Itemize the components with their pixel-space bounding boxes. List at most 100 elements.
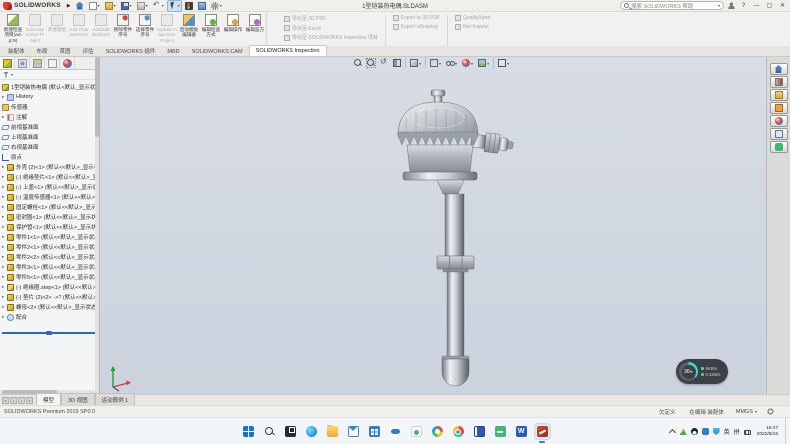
quick-access-button[interactable]: ▾ (210, 1, 223, 11)
thermocouple-model[interactable] (385, 88, 535, 394)
ribbon-button[interactable]: 编辑检查方式 (200, 12, 222, 46)
taskbar-app-button[interactable] (430, 424, 445, 439)
task-pane-button[interactable] (770, 115, 788, 127)
tree-item[interactable]: 前视基准面 (0, 122, 99, 132)
tree-item[interactable]: 传感器 (0, 102, 99, 112)
quick-access-button[interactable]: ▾ (104, 1, 117, 11)
view-tool-button[interactable]: ▾ (493, 58, 510, 68)
document-tab[interactable]: 模型 (36, 393, 61, 405)
tree-item[interactable]: 右视基准面 (0, 142, 99, 152)
tree-item[interactable]: ▸ 零件3<1> (默认<<默认>_显示状态) (0, 262, 99, 272)
chevron-down-icon[interactable]: ▾ (146, 3, 148, 8)
help-button[interactable]: ? (739, 3, 748, 9)
flyout-arrow-icon[interactable]: ▶ (67, 3, 71, 9)
quick-access-button[interactable] (197, 1, 207, 11)
login-icon[interactable] (728, 2, 735, 9)
tree-item[interactable]: ▸ (-) 垫片 (2)<2> ->? (默认<<默认>_显示状态) (0, 292, 99, 302)
taskbar-app-button[interactable] (304, 424, 319, 439)
taskbar-app-button[interactable] (325, 424, 340, 439)
view-tool-button[interactable]: ▾ (445, 58, 458, 68)
taskbar-app-button[interactable] (451, 424, 466, 439)
view-tool-button[interactable]: ▾ (405, 58, 422, 68)
tree-item[interactable]: ▸ (-) 温度传感器<1> (默认<<默认>_显示状态) (0, 192, 99, 202)
tree-item[interactable]: ▸ 配合 (0, 312, 99, 322)
export-command[interactable]: 导出至 Excel (284, 25, 378, 32)
task-pane-button[interactable] (770, 89, 788, 101)
tree-item[interactable]: ▸ 零件2<2> (默认<<默认>_显示状态) (0, 252, 99, 262)
graphics-viewport[interactable]: ▾ ▾ ▾ ▾ ▾ ▾ (100, 57, 766, 394)
taskbar-app-button[interactable] (346, 424, 361, 439)
tree-item[interactable]: ▸ (-) 绝缘圈.step<1> (默认<<默认>_显示状态) (0, 282, 99, 292)
units-selector[interactable]: MMGS ▾ (736, 409, 757, 415)
tree-item[interactable]: ▸ 保护管<1> (默认<<默认>_显示状态) (0, 222, 99, 232)
minimize-button[interactable]: — (752, 3, 761, 9)
quick-access-button[interactable]: ▾ (152, 1, 165, 11)
view-tool-button[interactable] (392, 58, 402, 68)
quick-access-button[interactable]: ▾ (136, 1, 149, 11)
tree-item[interactable]: ▸ 零件2<1> (默认<<默认>_显示状态) (0, 242, 99, 252)
tree-item[interactable]: 1型铠装热电偶 (默认<默认_显示状态-1>) (0, 82, 99, 92)
ribbon-button[interactable]: 移除零件序号 (112, 12, 134, 46)
commandmanager-tab[interactable]: 评估 (77, 45, 100, 56)
chevron-down-icon[interactable]: ▾ (419, 61, 421, 66)
panel-tab[interactable] (30, 57, 45, 69)
tree-item[interactable]: 上视基准面 (0, 132, 99, 142)
export-command[interactable]: QualityXpert (455, 15, 491, 21)
help-search-input[interactable]: 搜索 SOLIDWORKS 帮助 ▾ (620, 1, 724, 10)
tray-item[interactable] (702, 428, 709, 435)
view-tool-button[interactable]: ▾ (425, 58, 442, 68)
tray-item[interactable] (669, 428, 676, 435)
quick-access-button[interactable]: ▾ (168, 1, 181, 11)
commandmanager-tab[interactable]: 装配体 (2, 45, 31, 56)
export-command[interactable]: 导出至 2D PDF (284, 15, 378, 22)
chevron-down-icon[interactable]: ▾ (471, 61, 473, 66)
task-pane-button[interactable] (770, 128, 788, 140)
tab-nav-prev[interactable]: ‹ (10, 397, 17, 404)
tree-item[interactable]: ▸ (-) 绝缘垫片<1> (默认<<默认>_显示状态) (0, 172, 99, 182)
export-command[interactable]: Export eDrawing (393, 24, 440, 30)
status-options-icon[interactable] (767, 408, 774, 415)
tray-item[interactable] (691, 428, 698, 435)
export-command[interactable]: Net-Inspect (455, 24, 491, 30)
ribbon-button[interactable]: 选择零件序号 (134, 12, 156, 46)
tree-vertical-scrollbar[interactable] (95, 57, 99, 394)
ribbon-button[interactable]: Edit Inspection Project (24, 12, 46, 46)
restore-button[interactable]: ▢ (765, 2, 774, 9)
taskbar-app-button[interactable] (514, 424, 529, 439)
taskbar-app-button[interactable] (283, 424, 298, 439)
tree-item[interactable]: 原点 (0, 152, 99, 162)
document-tab[interactable]: 3D 视图 (61, 393, 95, 405)
tree-item[interactable]: ▸ 零件5<1> (默认<<默认>_显示状态) (0, 272, 99, 282)
tray-item[interactable]: 英 (724, 427, 730, 436)
chevron-down-icon[interactable]: ▾ (11, 72, 13, 77)
commandmanager-tab[interactable]: SOLIDWORKS Inspection (249, 45, 327, 56)
tray-item[interactable] (744, 429, 751, 435)
task-pane-button[interactable] (770, 141, 788, 153)
ribbon-button[interactable]: 编辑监方 (244, 12, 266, 46)
ribbon-button[interactable]: 启动模板编辑器 (178, 12, 200, 46)
task-pane-button[interactable] (770, 76, 788, 88)
tree-item[interactable]: ▸ (-) 上盖<1> (默认<<默认>_显示状态) (0, 182, 99, 192)
view-tool-button[interactable] (379, 58, 389, 68)
tray-item[interactable] (680, 428, 687, 435)
task-pane-button[interactable] (770, 63, 788, 75)
quick-access-button[interactable]: ▾ (120, 1, 133, 11)
chevron-down-icon[interactable]: ▾ (178, 3, 180, 8)
performance-overlay[interactable]: 36% 6KB/s 0.1KB/s (676, 359, 728, 384)
ribbon-button[interactable]: Add/Edit Balloons (90, 12, 112, 46)
ribbon-button[interactable]: Add Characteristic (68, 12, 90, 46)
panel-tab[interactable] (0, 57, 15, 69)
chevron-down-icon[interactable]: ▾ (487, 61, 489, 66)
taskbar-app-button[interactable] (535, 424, 550, 439)
chevron-down-icon[interactable]: ▾ (220, 3, 222, 8)
chevron-down-icon[interactable]: ▾ (162, 3, 164, 8)
panel-tab[interactable] (15, 57, 30, 69)
rollback-bar[interactable] (2, 332, 97, 334)
commandmanager-tab[interactable]: SOLIDWORKS 插件 (100, 45, 162, 56)
tree-item[interactable]: ▸ 螺母<2> (默认<<默认>_显示状态) (0, 302, 99, 312)
panel-tab[interactable] (60, 57, 75, 69)
taskbar-app-button[interactable] (493, 424, 508, 439)
view-tool-button[interactable] (353, 58, 363, 68)
commandmanager-tab[interactable]: MBD (161, 47, 185, 56)
show-desktop-button[interactable] (785, 418, 787, 444)
